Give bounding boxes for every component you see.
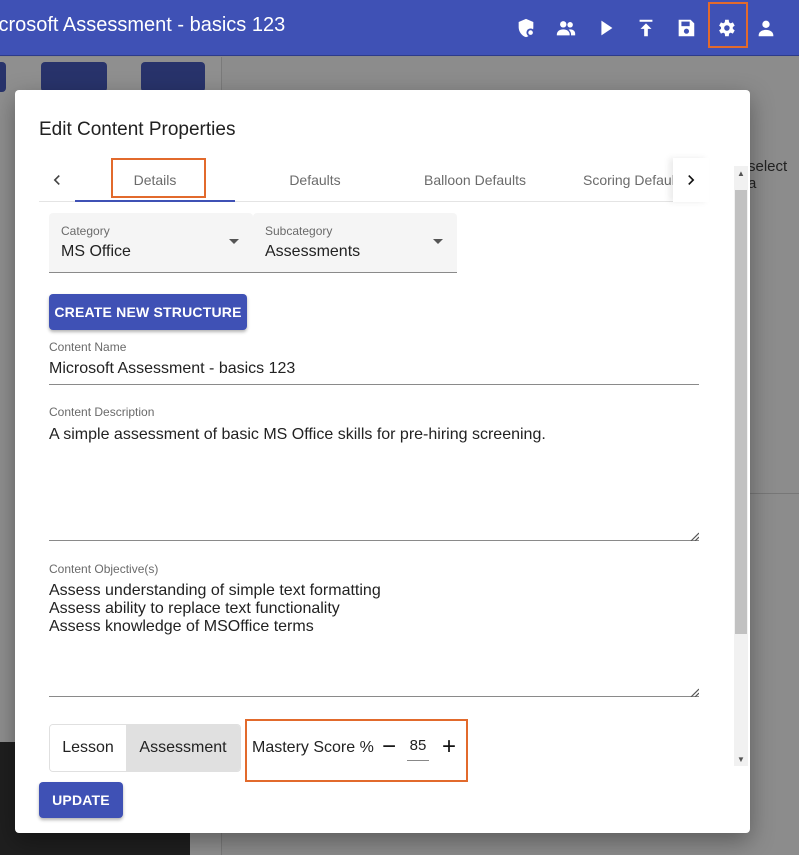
create-new-structure-button[interactable]: CREATE NEW STRUCTURE: [49, 294, 247, 330]
people-icon[interactable]: [546, 8, 586, 48]
scroll-down-arrow-icon[interactable]: ▼: [734, 752, 748, 766]
gear-highlight: [708, 2, 748, 48]
content-name-label: Content Name: [49, 340, 127, 354]
content-name-input[interactable]: Microsoft Assessment - basics 123: [49, 360, 295, 378]
tab-details[interactable]: Details: [75, 158, 235, 202]
content-type-toggle: Lesson Assessment: [49, 724, 241, 772]
chevron-right-icon: [688, 175, 695, 185]
toggle-assessment[interactable]: Assessment: [126, 725, 240, 771]
scroll-thumb[interactable]: [735, 190, 747, 634]
content-name-field[interactable]: Content Name Microsoft Assessment - basi…: [49, 340, 699, 385]
resize-handle-icon[interactable]: [690, 528, 700, 542]
app-title: icrosoft Assessment - basics 123: [0, 14, 286, 36]
caret-down-icon: [229, 239, 239, 244]
subcategory-label: Subcategory: [265, 224, 333, 238]
tab-balloon-defaults[interactable]: Balloon Defaults: [395, 158, 555, 202]
category-select[interactable]: Category MS Office: [49, 213, 253, 273]
background-layout-button: [41, 62, 107, 92]
tab-bar: Details Defaults Balloon Defaults Scorin…: [39, 158, 709, 202]
save-icon[interactable]: [666, 8, 706, 48]
mastery-score-label: Mastery Score %: [252, 739, 374, 756]
mastery-score-control: Mastery Score % − 85 +: [245, 719, 468, 782]
play-icon[interactable]: [586, 8, 626, 48]
dialog-title: Edit Content Properties: [39, 119, 236, 140]
content-description-label: Content Description: [49, 405, 155, 419]
category-label: Category: [61, 224, 110, 238]
account-icon[interactable]: [746, 8, 786, 48]
background-divider: [750, 493, 799, 494]
tab-prev-button[interactable]: [39, 158, 75, 202]
update-button[interactable]: UPDATE: [39, 782, 123, 818]
caret-down-icon: [433, 239, 443, 244]
plus-icon[interactable]: +: [435, 733, 463, 761]
subcategory-value: Assessments: [265, 243, 361, 260]
edit-content-properties-dialog: Edit Content Properties Details Defaults…: [15, 90, 750, 833]
toggle-lesson[interactable]: Lesson: [50, 725, 126, 771]
tab-defaults[interactable]: Defaults: [235, 158, 395, 202]
background-button: [0, 62, 6, 92]
tab-indicator: [75, 200, 235, 202]
content-objectives-label: Content Objective(s): [49, 562, 159, 576]
background-add-file-button: [141, 62, 205, 92]
publish-icon[interactable]: [626, 8, 666, 48]
chevron-left-icon: [53, 175, 60, 185]
mastery-score-input[interactable]: 85: [407, 737, 429, 761]
content-objectives-textarea[interactable]: Assess understanding of simple text form…: [49, 582, 381, 636]
subcategory-select[interactable]: Subcategory Assessments: [253, 213, 457, 273]
content-description-field[interactable]: Content Description A simple assessment …: [49, 405, 700, 542]
resize-handle-icon[interactable]: [690, 684, 700, 698]
content-description-textarea[interactable]: A simple assessment of basic MS Office s…: [49, 426, 546, 444]
minus-icon[interactable]: −: [375, 733, 403, 761]
background-select-text: select a: [748, 158, 788, 192]
scroll-up-arrow-icon[interactable]: ▲: [734, 166, 748, 180]
tab-scoring-defaults[interactable]: Scoring Defaul: [555, 158, 673, 202]
dialog-scrollbar[interactable]: ▲ ▼: [734, 166, 748, 766]
tab-next-button[interactable]: [673, 158, 709, 202]
category-value: MS Office: [61, 243, 131, 260]
shield-settings-icon[interactable]: [506, 8, 546, 48]
app-header: icrosoft Assessment - basics 123: [0, 0, 799, 56]
content-objectives-field[interactable]: Content Objective(s) Assess understandin…: [49, 562, 700, 698]
